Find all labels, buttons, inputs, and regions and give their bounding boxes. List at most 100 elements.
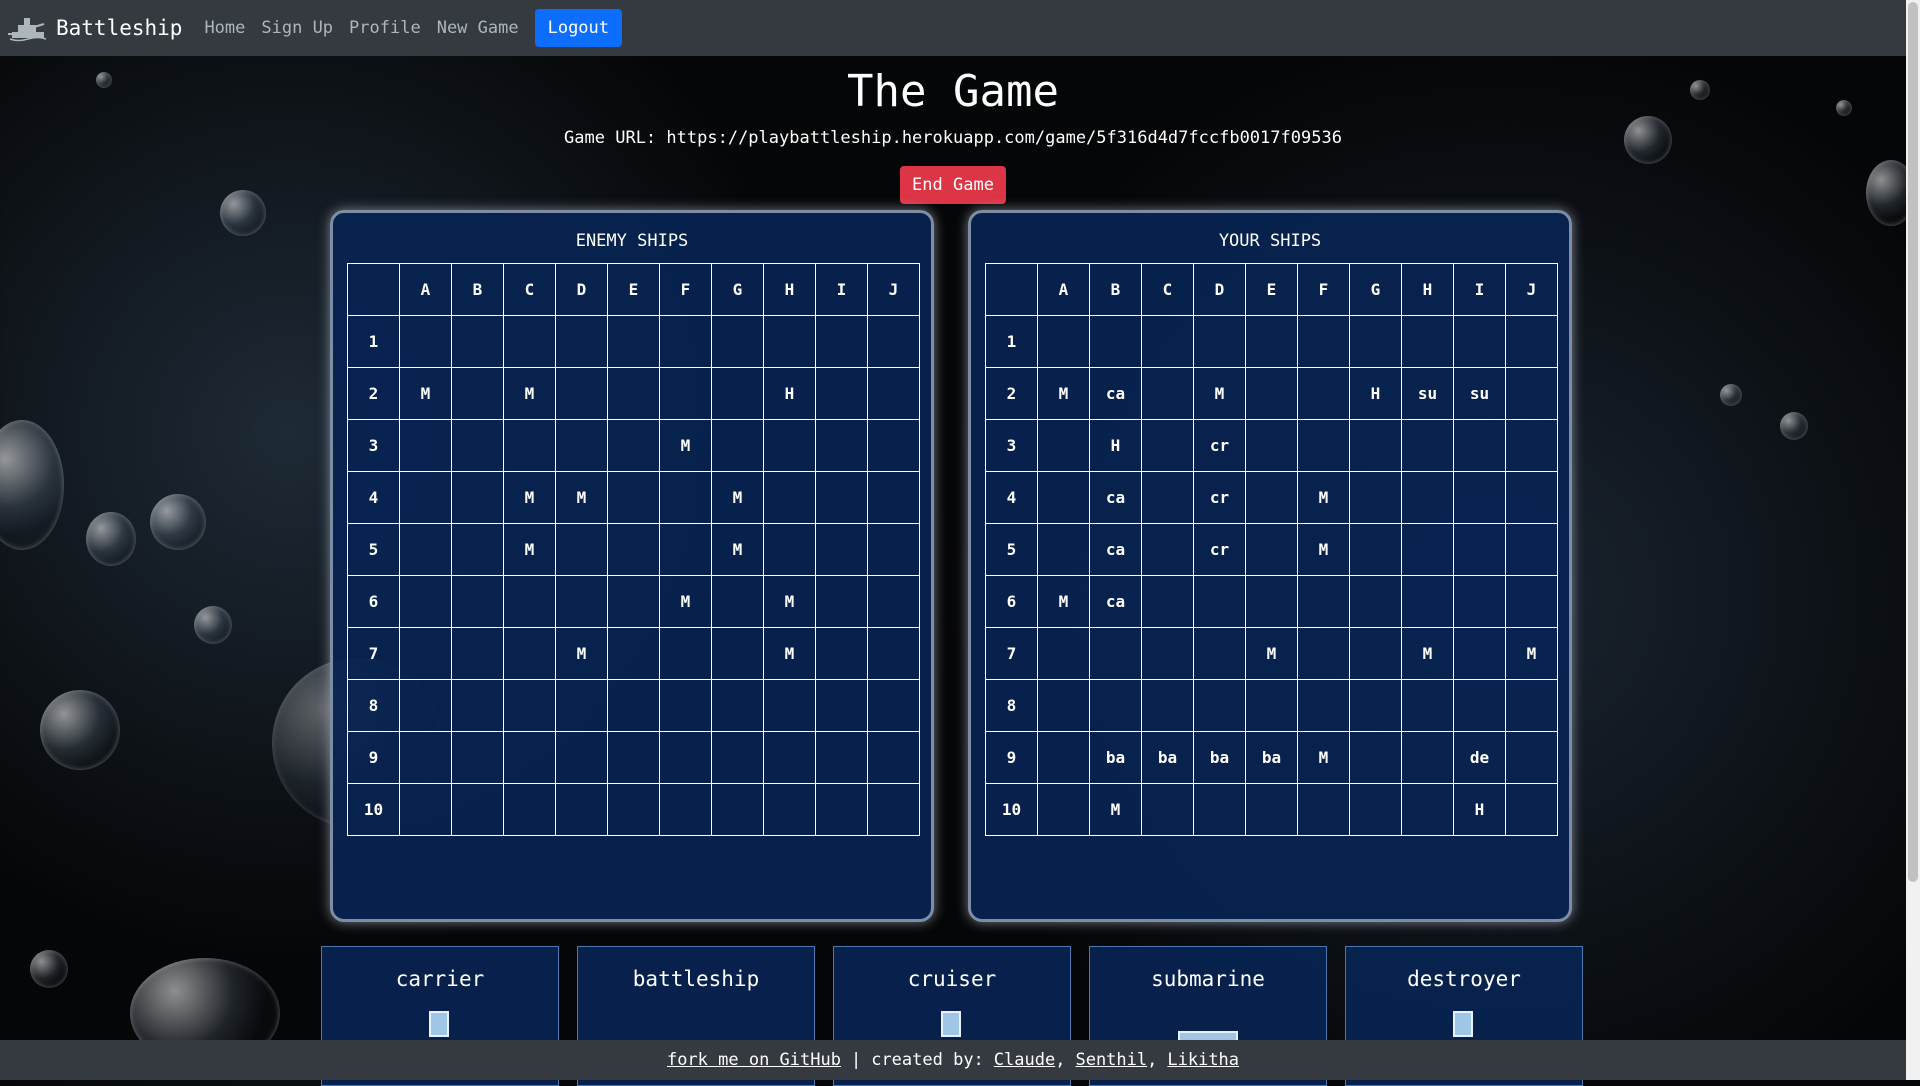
enemy-grid-cell[interactable]: M — [503, 523, 556, 576]
your-grid-cell[interactable]: M — [1297, 471, 1350, 524]
enemy-grid-cell[interactable] — [607, 419, 660, 472]
your-grid-cell[interactable] — [1505, 523, 1558, 576]
enemy-grid-cell[interactable] — [451, 627, 504, 680]
enemy-grid-cell[interactable] — [607, 731, 660, 784]
your-grid-cell[interactable] — [1453, 627, 1506, 680]
enemy-grid-cell[interactable] — [607, 575, 660, 628]
enemy-grid-cell[interactable] — [763, 471, 816, 524]
enemy-grid-cell[interactable] — [607, 471, 660, 524]
brand[interactable]: Battleship — [8, 14, 182, 42]
enemy-grid-cell[interactable]: M — [763, 627, 816, 680]
enemy-grid-cell[interactable] — [503, 419, 556, 472]
your-grid-cell[interactable] — [1401, 575, 1454, 628]
ship-vertical-icon[interactable] — [1453, 1011, 1473, 1037]
your-grid-cell[interactable] — [1037, 523, 1090, 576]
enemy-grid-cell[interactable] — [763, 419, 816, 472]
your-grid-cell[interactable] — [1401, 731, 1454, 784]
your-grid-cell[interactable] — [1037, 315, 1090, 368]
scrollbar-thumb[interactable] — [1908, 2, 1918, 882]
your-grid-cell[interactable] — [1245, 367, 1298, 420]
enemy-grid-cell[interactable]: M — [711, 523, 764, 576]
enemy-grid-cell[interactable] — [659, 471, 712, 524]
your-grid-cell[interactable] — [1401, 471, 1454, 524]
your-grid-cell[interactable]: ba — [1089, 731, 1142, 784]
enemy-grid-cell[interactable] — [815, 471, 868, 524]
your-grid-cell[interactable] — [1141, 627, 1194, 680]
your-grid-cell[interactable]: cr — [1193, 419, 1246, 472]
your-grid-cell[interactable] — [1141, 315, 1194, 368]
your-grid-cell[interactable]: ca — [1089, 523, 1142, 576]
your-grid-cell[interactable]: M — [1297, 523, 1350, 576]
your-grid-cell[interactable]: M — [1089, 783, 1142, 836]
your-grid-cell[interactable]: H — [1453, 783, 1506, 836]
your-grid-cell[interactable] — [1193, 315, 1246, 368]
enemy-grid-cell[interactable] — [555, 315, 608, 368]
scrollbar[interactable] — [1906, 0, 1920, 1080]
enemy-grid-cell[interactable] — [451, 575, 504, 628]
your-grid-cell[interactable] — [1453, 523, 1506, 576]
enemy-grid-cell[interactable] — [607, 679, 660, 732]
your-grid-cell[interactable] — [1089, 627, 1142, 680]
enemy-grid-cell[interactable] — [711, 627, 764, 680]
your-grid-cell[interactable]: M — [1245, 627, 1298, 680]
your-grid-cell[interactable]: su — [1401, 367, 1454, 420]
enemy-grid-cell[interactable] — [711, 783, 764, 836]
enemy-grid-cell[interactable] — [711, 315, 764, 368]
enemy-grid-cell[interactable] — [867, 679, 920, 732]
enemy-grid-cell[interactable]: M — [399, 367, 452, 420]
your-grid-cell[interactable] — [1505, 367, 1558, 420]
your-grid-cell[interactable] — [1245, 523, 1298, 576]
enemy-grid-cell[interactable] — [399, 315, 452, 368]
enemy-grid-cell[interactable] — [763, 679, 816, 732]
your-grid-cell[interactable]: ca — [1089, 471, 1142, 524]
enemy-grid-cell[interactable] — [503, 575, 556, 628]
your-grid-cell[interactable] — [1141, 679, 1194, 732]
your-grid-cell[interactable]: M — [1401, 627, 1454, 680]
enemy-grid-cell[interactable] — [815, 575, 868, 628]
your-grid-cell[interactable] — [1193, 783, 1246, 836]
github-link[interactable]: fork me on GitHub — [667, 1050, 841, 1070]
author-link-claude[interactable]: Claude — [994, 1050, 1055, 1070]
enemy-grid-cell[interactable] — [451, 419, 504, 472]
your-grid-cell[interactable] — [1089, 315, 1142, 368]
your-grid-cell[interactable] — [1037, 627, 1090, 680]
enemy-grid-cell[interactable] — [607, 367, 660, 420]
logout-button[interactable]: Logout — [534, 9, 623, 47]
enemy-grid-cell[interactable] — [399, 679, 452, 732]
enemy-grid-cell[interactable]: M — [555, 471, 608, 524]
enemy-grid-cell[interactable] — [815, 315, 868, 368]
your-grid-cell[interactable] — [1141, 419, 1194, 472]
enemy-grid-cell[interactable] — [815, 367, 868, 420]
nav-home[interactable]: Home — [204, 18, 245, 38]
enemy-grid-cell[interactable] — [503, 627, 556, 680]
enemy-grid-cell[interactable] — [763, 783, 816, 836]
your-grid-cell[interactable] — [1349, 575, 1402, 628]
end-game-button[interactable]: End Game — [900, 166, 1006, 204]
enemy-grid-cell[interactable] — [867, 731, 920, 784]
your-grid-cell[interactable] — [1349, 419, 1402, 472]
your-grid-cell[interactable]: ba — [1245, 731, 1298, 784]
your-grid-cell[interactable] — [1297, 575, 1350, 628]
enemy-grid-cell[interactable] — [659, 783, 712, 836]
your-grid-cell[interactable] — [1297, 419, 1350, 472]
your-grid-cell[interactable] — [1453, 471, 1506, 524]
enemy-grid-cell[interactable] — [711, 575, 764, 628]
your-grid-cell[interactable] — [1505, 315, 1558, 368]
your-grid-cell[interactable]: H — [1349, 367, 1402, 420]
your-grid-cell[interactable] — [1297, 783, 1350, 836]
your-grid-cell[interactable] — [1193, 575, 1246, 628]
enemy-grid-cell[interactable] — [451, 731, 504, 784]
your-grid-cell[interactable]: ca — [1089, 367, 1142, 420]
your-grid-cell[interactable] — [1297, 367, 1350, 420]
your-grid-cell[interactable] — [1505, 783, 1558, 836]
your-grid-cell[interactable] — [1453, 315, 1506, 368]
enemy-grid-cell[interactable] — [451, 315, 504, 368]
enemy-grid-cell[interactable] — [867, 783, 920, 836]
enemy-grid-cell[interactable] — [503, 679, 556, 732]
your-grid-cell[interactable] — [1193, 679, 1246, 732]
your-grid-cell[interactable] — [1245, 419, 1298, 472]
your-grid-cell[interactable] — [1453, 679, 1506, 732]
enemy-grid-cell[interactable] — [659, 679, 712, 732]
enemy-grid-cell[interactable] — [867, 523, 920, 576]
your-grid-cell[interactable]: cr — [1193, 471, 1246, 524]
